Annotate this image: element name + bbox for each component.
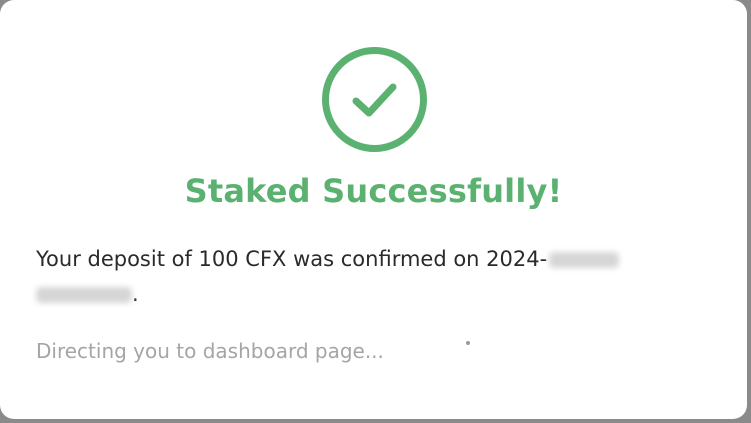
message-text: Your deposit of 100 CFX was confirmed on… xyxy=(36,247,548,271)
redirect-status: Directing you to dashboard page... xyxy=(36,339,384,363)
redacted-date xyxy=(549,252,620,268)
check-circle-icon xyxy=(322,47,427,152)
loading-dot xyxy=(466,341,470,345)
success-dialog: Staked Successfully! Your deposit of 100… xyxy=(0,0,747,419)
confirmation-message: Your deposit of 100 CFX was confirmed on… xyxy=(36,242,696,312)
message-period: . xyxy=(132,282,139,306)
dialog-title: Staked Successfully! xyxy=(184,172,563,210)
redacted-time xyxy=(36,287,132,303)
